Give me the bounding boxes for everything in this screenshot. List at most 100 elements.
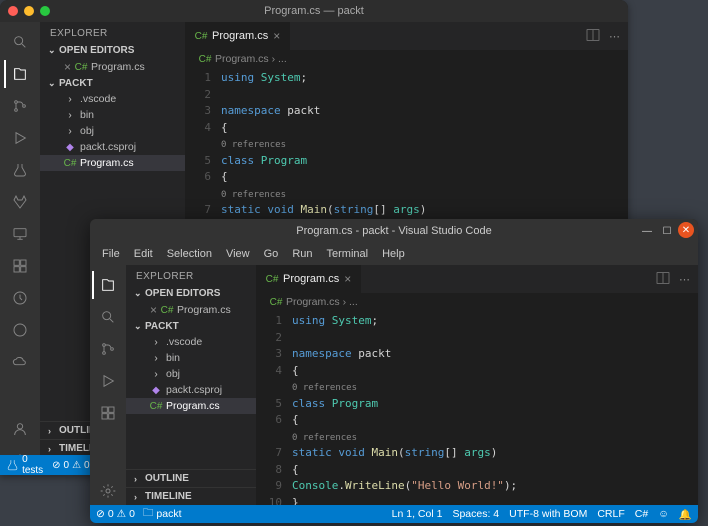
gitlab-icon[interactable] bbox=[4, 188, 36, 216]
csharp-file-icon: C# bbox=[199, 53, 211, 65]
cloud-icon[interactable] bbox=[4, 348, 36, 376]
outline-section[interactable]: ›OUTLINE bbox=[126, 469, 256, 487]
open-editor-item[interactable]: ×C#Program.cs bbox=[40, 58, 185, 76]
notifications-icon[interactable]: 🔔 bbox=[679, 508, 692, 521]
maximize-button[interactable]: ☐ bbox=[658, 222, 676, 240]
menu-selection[interactable]: Selection bbox=[161, 246, 218, 262]
tree-item-program-cs[interactable]: C# Program.cs bbox=[40, 155, 185, 171]
menu-view[interactable]: View bbox=[220, 246, 256, 262]
open-editors-section[interactable]: ⌄OPEN EDITORS bbox=[126, 286, 256, 301]
csharp-file-icon: C# bbox=[161, 304, 173, 316]
status-cursor[interactable]: Ln 1, Col 1 bbox=[392, 508, 443, 520]
tree-item-label: bin bbox=[80, 109, 94, 121]
run-debug-icon[interactable] bbox=[92, 367, 124, 395]
explorer-icon[interactable] bbox=[92, 271, 124, 299]
tree-item-label: packt.csproj bbox=[80, 141, 136, 153]
explorer-sidebar: EXPLORER ⌄OPEN EDITORS ×C#Program.cs ⌄PA… bbox=[126, 265, 256, 505]
tree-item-program-cs[interactable]: C#Program.cs bbox=[126, 398, 256, 414]
tree-item-label: .vscode bbox=[166, 336, 202, 348]
tree-item-label: Program.cs bbox=[80, 157, 134, 169]
remote-icon[interactable] bbox=[4, 220, 36, 248]
csharp-file-icon: C# bbox=[64, 157, 76, 169]
csharp-file-icon: C# bbox=[195, 30, 207, 42]
tree-item-packt-csproj[interactable]: ◆packt.csproj bbox=[40, 139, 185, 155]
tree-item-bin[interactable]: ›bin bbox=[40, 107, 185, 123]
window-title: Program.cs — packt bbox=[0, 5, 628, 17]
folder-icon: › bbox=[150, 352, 162, 364]
extensions-icon[interactable] bbox=[92, 399, 124, 427]
breadcrumb[interactable]: C#Program.cs › ... bbox=[185, 50, 628, 68]
explorer-icon[interactable] bbox=[4, 60, 36, 88]
folder-icon: › bbox=[64, 93, 76, 105]
source-control-icon[interactable] bbox=[4, 92, 36, 120]
editor-area: C#Program.cs× ⋯ C#Program.cs › ... 1usin… bbox=[256, 265, 698, 505]
tab-program-cs[interactable]: C#Program.cs× bbox=[185, 22, 291, 50]
status-encoding[interactable]: UTF-8 with BOM bbox=[509, 508, 587, 520]
folder-icon: › bbox=[64, 125, 76, 137]
menu-help[interactable]: Help bbox=[376, 246, 411, 262]
open-editors-section[interactable]: ⌄OPEN EDITORS bbox=[40, 43, 185, 58]
tree-item-label: obj bbox=[166, 368, 180, 380]
close-icon[interactable]: × bbox=[344, 272, 351, 286]
breadcrumb[interactable]: C#Program.cs › ... bbox=[256, 293, 698, 311]
window-title: Program.cs - packt - Visual Studio Code bbox=[296, 225, 491, 237]
open-editor-item[interactable]: ×C#Program.cs bbox=[126, 301, 256, 319]
menu-run[interactable]: Run bbox=[286, 246, 318, 262]
tree-item--vscode[interactable]: › .vscode bbox=[40, 91, 185, 107]
tree-item-label: .vscode bbox=[80, 93, 116, 105]
status-bar-macos: 0 tests ⊘0 ⚠0 bbox=[0, 455, 90, 475]
menu-terminal[interactable]: Terminal bbox=[321, 246, 375, 262]
split-editor-icon[interactable] bbox=[585, 27, 601, 46]
search-icon[interactable] bbox=[4, 28, 36, 56]
misc-icon-1[interactable] bbox=[4, 284, 36, 312]
tab-program-cs[interactable]: C#Program.cs× bbox=[256, 265, 362, 293]
search-icon[interactable] bbox=[92, 303, 124, 331]
activity-bar bbox=[0, 22, 40, 475]
status-indent[interactable]: Spaces: 4 bbox=[452, 508, 499, 520]
run-debug-icon[interactable] bbox=[4, 124, 36, 152]
workspace-section[interactable]: ⌄PACKT bbox=[126, 319, 256, 334]
timeline-section[interactable]: ›TIMELINE bbox=[126, 487, 256, 505]
split-editor-icon[interactable] bbox=[655, 270, 671, 289]
more-icon[interactable]: ⋯ bbox=[609, 30, 620, 43]
status-eol[interactable]: CRLF bbox=[597, 508, 624, 520]
tree-item-obj[interactable]: › obj bbox=[40, 123, 185, 139]
tree-item-label: obj bbox=[80, 125, 94, 137]
minimize-button[interactable]: — bbox=[638, 222, 656, 240]
close-icon[interactable]: × bbox=[273, 29, 280, 43]
status-folder[interactable]: 🗀 packt bbox=[143, 505, 182, 523]
settings-icon[interactable] bbox=[92, 477, 124, 505]
misc-icon-2[interactable] bbox=[4, 316, 36, 344]
more-icon[interactable]: ⋯ bbox=[679, 273, 690, 286]
status-language[interactable]: C# bbox=[635, 508, 648, 520]
tree-item-packt-csproj[interactable]: ◆packt.csproj bbox=[126, 382, 256, 398]
feedback-icon[interactable]: ☺ bbox=[658, 508, 669, 520]
menu-edit[interactable]: Edit bbox=[128, 246, 159, 262]
close-icon[interactable]: × bbox=[150, 303, 157, 317]
source-control-icon[interactable] bbox=[92, 335, 124, 363]
close-icon[interactable]: × bbox=[64, 60, 71, 74]
menu-go[interactable]: Go bbox=[258, 246, 285, 262]
workspace-section[interactable]: ⌄PACKT bbox=[40, 76, 185, 91]
extensions-icon[interactable] bbox=[4, 252, 36, 280]
explorer-title: EXPLORER bbox=[40, 22, 185, 43]
csproj-file-icon: ◆ bbox=[150, 384, 162, 396]
testing-icon[interactable] bbox=[4, 156, 36, 184]
tree-item--vscode[interactable]: ›.vscode bbox=[126, 334, 256, 350]
csharp-file-icon: C# bbox=[266, 273, 278, 285]
tree-item-label: bin bbox=[166, 352, 180, 364]
tree-item-bin[interactable]: › bin bbox=[126, 350, 256, 366]
status-problems[interactable]: ⊘0 ⚠0 bbox=[96, 508, 135, 520]
status-problems[interactable]: ⊘0 ⚠0 bbox=[52, 460, 89, 471]
tree-item-obj[interactable]: ›obj bbox=[126, 366, 256, 382]
close-button[interactable]: ✕ bbox=[678, 222, 694, 238]
vscode-window-linux: Program.cs - packt - Visual Studio Code … bbox=[90, 219, 698, 523]
account-icon[interactable] bbox=[4, 415, 36, 443]
menu-bar: FileEditSelectionViewGoRunTerminalHelp bbox=[90, 243, 698, 265]
menu-file[interactable]: File bbox=[96, 246, 126, 262]
status-tests[interactable]: 0 tests bbox=[6, 455, 46, 475]
code-editor[interactable]: 1using System;23namespace packt4{ 0 refe… bbox=[256, 311, 698, 505]
tab-bar: C#Program.cs× ⋯ bbox=[256, 265, 698, 293]
titlebar: Program.cs — packt bbox=[0, 0, 628, 22]
tree-item-label: Program.cs bbox=[166, 400, 220, 412]
